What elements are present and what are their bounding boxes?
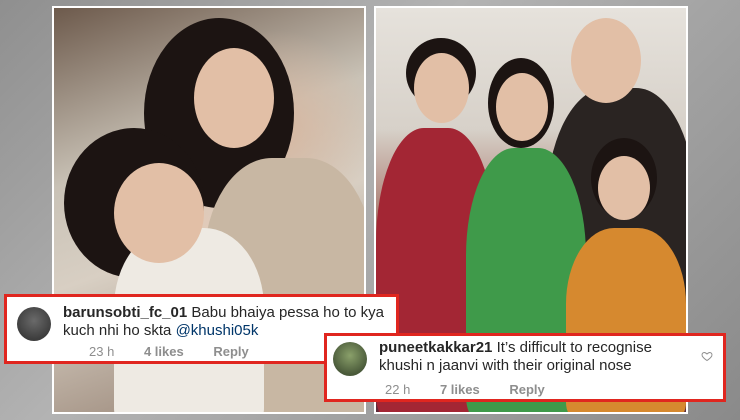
reply-button[interactable]: Reply: [509, 382, 544, 397]
comment-username[interactable]: puneetkakkar21: [379, 339, 492, 356]
comment-meta: 22 h 7 likes Reply: [385, 382, 571, 397]
comment-time: 22 h: [385, 382, 411, 397]
comment-likes[interactable]: 4 likes: [144, 344, 184, 359]
avatar[interactable]: [17, 307, 51, 341]
comment-card: puneetkakkar21 It’s difficult to recogni…: [324, 333, 726, 402]
face-shape-6: [598, 156, 650, 220]
face-shape-3: [571, 18, 641, 103]
comment-body: puneetkakkar21 It’s difficult to recogni…: [379, 339, 699, 375]
face-shape: [194, 48, 274, 148]
face-shape-2: [114, 163, 204, 263]
face-shape-5: [496, 73, 548, 141]
comment-time: 23 h: [89, 344, 115, 359]
comment-username[interactable]: barunsobti_fc_01: [63, 304, 187, 321]
comment-meta: 23 h 4 likes Reply: [89, 344, 275, 359]
comment-mention[interactable]: @khushi05k: [176, 322, 259, 339]
comment-likes[interactable]: 7 likes: [440, 382, 480, 397]
avatar[interactable]: [333, 342, 367, 376]
face-shape-4: [414, 53, 469, 123]
reply-button[interactable]: Reply: [213, 344, 248, 359]
heart-icon[interactable]: [701, 350, 713, 362]
